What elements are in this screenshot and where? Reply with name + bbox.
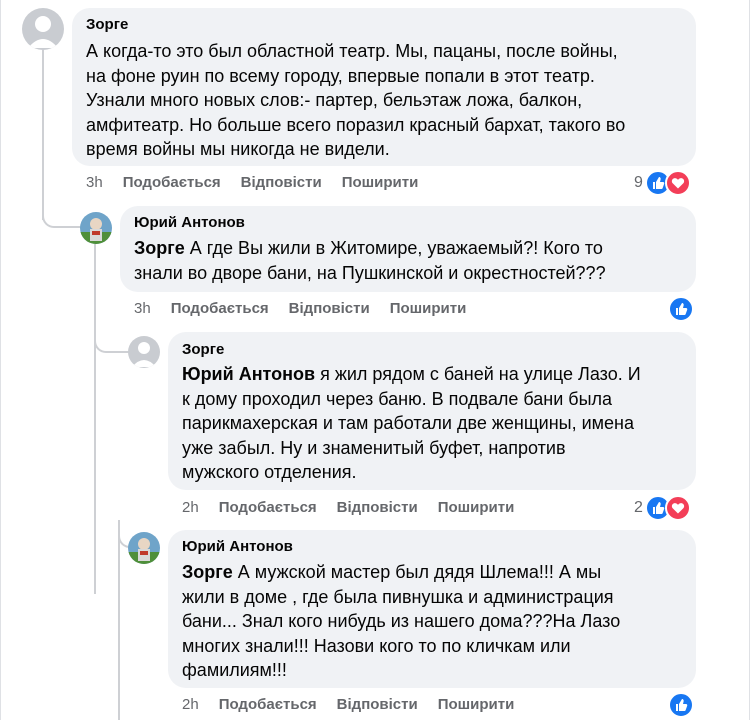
reaction-count: 9 xyxy=(634,174,643,191)
comment-time[interactable]: 2h xyxy=(182,499,199,516)
avatar[interactable] xyxy=(22,8,64,50)
comment-bubble: Юрий Антонов Зорге А мужской мастер был … xyxy=(168,530,696,688)
thread-line xyxy=(42,50,44,220)
comment-author[interactable]: Зорге xyxy=(182,341,682,358)
reaction-summary[interactable] xyxy=(668,296,694,322)
comment-bubble: Юрий Антонов Зорге А где Вы жили в Житом… xyxy=(120,206,696,292)
like-button[interactable]: Подобається xyxy=(219,499,317,516)
reaction-summary[interactable]: 2 xyxy=(634,495,691,521)
comment-text: А когда-то это был областной театр. Мы, … xyxy=(86,41,626,159)
mention-link[interactable]: Юрий Антонов xyxy=(182,364,315,384)
share-button[interactable]: Поширити xyxy=(438,499,515,516)
reply-button[interactable]: Відповісти xyxy=(337,696,418,713)
comment-actions: 2h Подобається Відповісти Поширити xyxy=(182,499,514,516)
comment-bubble: Зорге А когда-то это был областной театр… xyxy=(72,8,696,166)
thread-line xyxy=(94,244,96,594)
comment-time[interactable]: 3h xyxy=(86,174,103,191)
share-button[interactable]: Поширити xyxy=(342,174,419,191)
default-avatar-icon xyxy=(128,336,160,368)
reaction-summary[interactable]: 9 xyxy=(634,170,691,196)
comment-actions: 3h Подобається Відповісти Поширити xyxy=(134,300,466,317)
like-button[interactable]: Подобається xyxy=(219,696,317,713)
avatar[interactable] xyxy=(128,532,160,564)
reply-button[interactable]: Відповісти xyxy=(289,300,370,317)
share-button[interactable]: Поширити xyxy=(390,300,467,317)
reply-button[interactable]: Відповісти xyxy=(241,174,322,191)
comment-bubble: Зорге Юрий Антонов я жил рядом с баней н… xyxy=(168,332,696,490)
thread-connector xyxy=(94,325,130,353)
user-photo-icon xyxy=(80,212,112,244)
like-icon xyxy=(668,692,694,718)
comment-actions: 2h Подобається Відповісти Поширити xyxy=(182,696,514,713)
comment-text: Юрий Антонов я жил рядом с баней на улиц… xyxy=(182,364,641,482)
mention-link[interactable]: Зорге xyxy=(134,238,185,258)
reaction-summary[interactable] xyxy=(668,692,694,718)
avatar[interactable] xyxy=(80,212,112,244)
thread-connector xyxy=(42,200,82,228)
avatar[interactable] xyxy=(128,336,160,368)
reaction-count: 2 xyxy=(634,499,643,516)
love-icon xyxy=(664,170,691,196)
like-button[interactable]: Подобається xyxy=(171,300,269,317)
share-button[interactable]: Поширити xyxy=(438,696,515,713)
user-photo-icon xyxy=(128,532,160,564)
like-icon xyxy=(668,296,694,322)
comment-actions: 3h Подобається Відповісти Поширити xyxy=(86,174,418,191)
thread-line xyxy=(118,520,120,720)
comment-time[interactable]: 3h xyxy=(134,300,151,317)
comment-text: Зорге А где Вы жили в Житомире, уважаемы… xyxy=(134,238,606,283)
comment-time[interactable]: 2h xyxy=(182,696,199,713)
like-button[interactable]: Подобається xyxy=(123,174,221,191)
comment-author[interactable]: Зорге xyxy=(86,16,682,33)
reply-button[interactable]: Відповісти xyxy=(337,499,418,516)
comment-text: Зорге А мужской мастер был дядя Шлема!!!… xyxy=(182,562,621,680)
default-avatar-icon xyxy=(22,8,64,50)
mention-link[interactable]: Зорге xyxy=(182,562,233,582)
comment-author[interactable]: Юрий Антонов xyxy=(134,214,682,231)
love-icon xyxy=(664,495,691,521)
comment-author[interactable]: Юрий Антонов xyxy=(182,538,682,555)
